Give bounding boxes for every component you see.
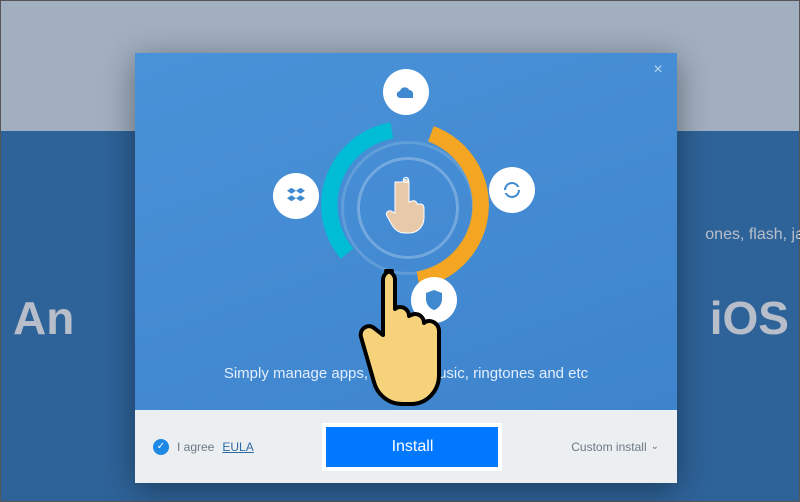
install-button[interactable]: Install: [326, 427, 498, 467]
cloud-icon: [383, 69, 429, 115]
chevron-down-icon: ⌄: [651, 441, 659, 452]
dialog-hero-area: ×: [135, 53, 677, 410]
eula-link[interactable]: EULA: [222, 440, 253, 454]
shield-icon: [411, 277, 457, 323]
install-button-highlight: Install: [322, 423, 502, 471]
custom-install-toggle[interactable]: Custom install ⌄: [571, 440, 659, 454]
box-icon: [273, 173, 319, 219]
agree-area[interactable]: ✓ I agree EULA: [153, 439, 254, 455]
dialog-footer: ✓ I agree EULA Install Custom install ⌄: [135, 410, 677, 483]
tagline-text: Simply manage apps, photos, music, ringt…: [135, 365, 677, 382]
installer-dialog: ×: [135, 53, 677, 483]
sync-icon: [489, 167, 535, 213]
checkmark-icon[interactable]: ✓: [153, 439, 169, 455]
tap-hand-icon: [383, 176, 429, 236]
hero-illustration: [271, 71, 541, 341]
agree-label: I agree: [177, 440, 214, 454]
custom-install-label: Custom install: [571, 440, 646, 454]
close-button[interactable]: ×: [649, 61, 667, 79]
